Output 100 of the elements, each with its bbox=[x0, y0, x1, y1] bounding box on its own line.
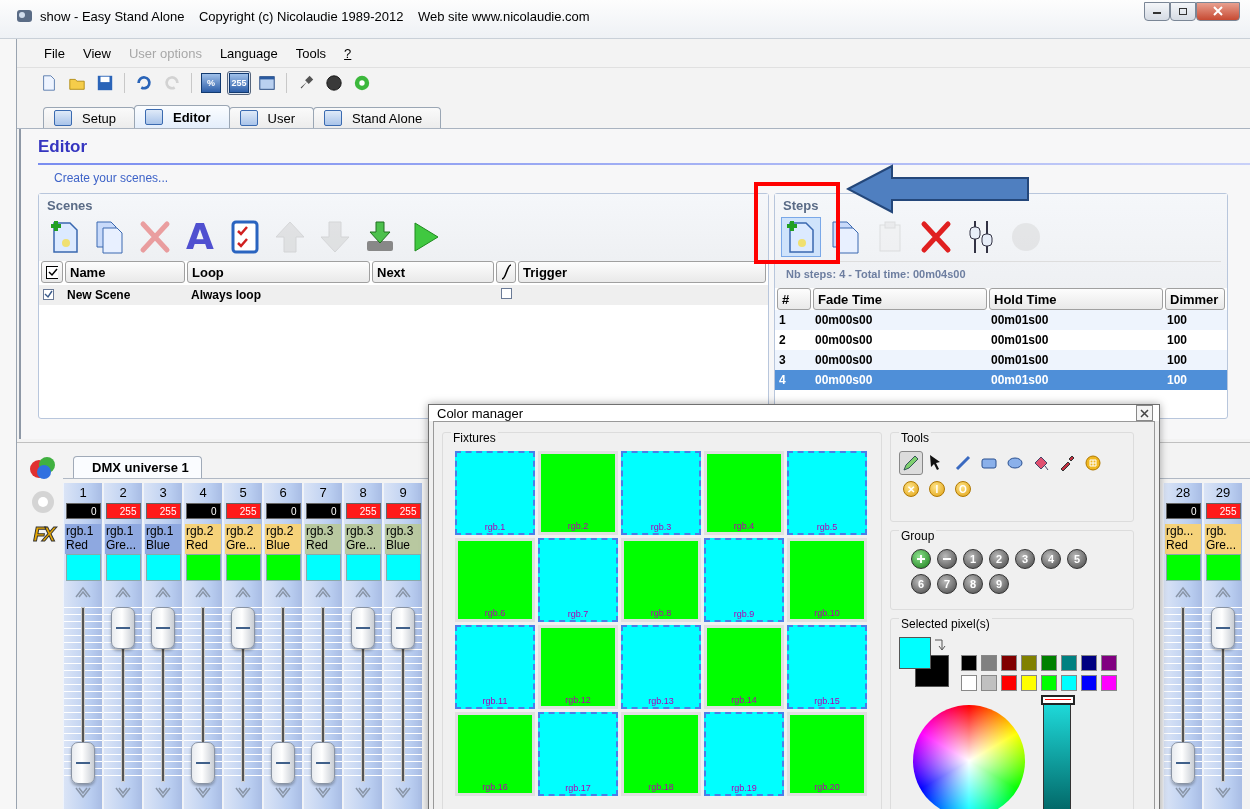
up-arrow-icon[interactable] bbox=[354, 585, 372, 599]
up-arrow-icon[interactable] bbox=[314, 585, 332, 599]
column-header[interactable]: Trigger bbox=[518, 261, 766, 283]
group-button[interactable]: 6 bbox=[911, 574, 931, 594]
step-row[interactable]: 3 00m00s00 00m01s00 100 bbox=[775, 350, 1227, 370]
palette-swatch[interactable] bbox=[1061, 655, 1077, 671]
down-arrow-icon[interactable] bbox=[1214, 786, 1232, 800]
minimize-button[interactable] bbox=[1144, 1, 1170, 21]
palette-swatch[interactable] bbox=[981, 655, 997, 671]
fader-thumb[interactable] bbox=[271, 742, 295, 784]
fader-thumb[interactable] bbox=[1211, 607, 1235, 649]
column-header[interactable]: # bbox=[777, 288, 811, 310]
menu-item[interactable]: View bbox=[75, 42, 118, 64]
down-arrow-icon[interactable] bbox=[74, 786, 92, 800]
group-button[interactable]: 7 bbox=[937, 574, 957, 594]
column-header[interactable]: Dimmer bbox=[1165, 288, 1225, 310]
down-arrow-icon[interactable] bbox=[1174, 786, 1192, 800]
down-arrow-icon[interactable] bbox=[234, 786, 252, 800]
step-row[interactable]: 2 00m00s00 00m01s00 100 bbox=[775, 330, 1227, 350]
close-button[interactable] bbox=[1196, 1, 1240, 21]
step-row[interactable]: 1 00m00s00 00m01s00 100 bbox=[775, 310, 1227, 330]
up-arrow-icon[interactable] bbox=[114, 585, 132, 599]
palette-swatch[interactable] bbox=[1081, 675, 1097, 691]
fixture-cell[interactable]: rgb.14 bbox=[704, 625, 784, 709]
fixture-cell[interactable]: rgb.12 bbox=[538, 625, 618, 709]
down-arrow-icon[interactable] bbox=[314, 786, 332, 800]
fixture-cell[interactable]: rgb.16 bbox=[455, 712, 535, 796]
fixture-cell[interactable]: rgb.13 bbox=[621, 625, 701, 709]
fixture-cell[interactable]: rgb.19 bbox=[704, 712, 784, 796]
palette-swatch[interactable] bbox=[1101, 655, 1117, 671]
group-button[interactable]: 2 bbox=[989, 549, 1009, 569]
tab[interactable]: Setup bbox=[43, 107, 135, 128]
fader-thumb[interactable] bbox=[1171, 742, 1195, 784]
fixture-cell[interactable]: rgb.1 bbox=[455, 451, 535, 535]
down-arrow-icon[interactable] bbox=[154, 786, 172, 800]
palette-swatch[interactable] bbox=[1041, 655, 1057, 671]
font-button[interactable]: A bbox=[180, 217, 220, 257]
swap-icon[interactable] bbox=[933, 637, 947, 653]
checkbox[interactable] bbox=[501, 288, 512, 299]
group-button[interactable]: 9 bbox=[989, 574, 1009, 594]
group-button[interactable]: 8 bbox=[963, 574, 983, 594]
fixture-cell[interactable]: rgb.5 bbox=[787, 451, 867, 535]
fader-thumb[interactable] bbox=[151, 607, 175, 649]
group-button[interactable]: 5 bbox=[1067, 549, 1087, 569]
column-header[interactable]: Hold Time bbox=[989, 288, 1163, 310]
fixture-cell[interactable]: rgb.20 bbox=[787, 712, 867, 796]
new-button[interactable] bbox=[781, 217, 821, 257]
fader-thumb[interactable] bbox=[111, 607, 135, 649]
up-arrow-icon[interactable] bbox=[394, 585, 412, 599]
fixture-cell[interactable]: rgb.17 bbox=[538, 712, 618, 796]
palette-swatch[interactable] bbox=[1041, 675, 1057, 691]
palette-swatch[interactable] bbox=[1101, 675, 1117, 691]
palette-swatch[interactable] bbox=[961, 655, 977, 671]
palette-swatch[interactable] bbox=[1081, 655, 1097, 671]
color-circles-icon[interactable] bbox=[29, 455, 57, 481]
fixture-cell[interactable]: rgb.3 bbox=[621, 451, 701, 535]
menu-item[interactable]: ? bbox=[337, 42, 359, 64]
close-button[interactable] bbox=[1136, 405, 1153, 421]
down-arrow-icon[interactable] bbox=[274, 786, 292, 800]
checkbox[interactable] bbox=[43, 289, 54, 300]
remove-group-button[interactable] bbox=[937, 549, 957, 569]
toolbar-button[interactable]: % bbox=[199, 71, 223, 95]
palette-swatch[interactable] bbox=[1021, 655, 1037, 671]
fader-thumb[interactable] bbox=[71, 742, 95, 784]
column-header[interactable] bbox=[496, 261, 516, 283]
fixture-cell[interactable]: rgb.10 bbox=[787, 538, 867, 622]
fader-thumb[interactable] bbox=[231, 607, 255, 649]
tab[interactable]: User bbox=[228, 107, 314, 128]
fixture-cell[interactable]: rgb.18 bbox=[621, 712, 701, 796]
up-arrow-icon[interactable] bbox=[1174, 585, 1192, 599]
column-header[interactable] bbox=[41, 261, 63, 283]
step-row[interactable]: 4 00m00s00 00m01s00 100 bbox=[775, 370, 1227, 390]
menu-item[interactable]: File bbox=[37, 42, 72, 64]
fixture-cell[interactable]: rgb.4 bbox=[704, 451, 784, 535]
tab[interactable]: DMX universe 1 bbox=[73, 456, 202, 478]
palette-swatch[interactable] bbox=[981, 675, 997, 691]
up-arrow-icon[interactable] bbox=[1214, 585, 1232, 599]
group-button[interactable]: 3 bbox=[1015, 549, 1035, 569]
fader-thumb[interactable] bbox=[191, 742, 215, 784]
palette-swatch[interactable] bbox=[1061, 675, 1077, 691]
fixture-cell[interactable]: rgb.9 bbox=[704, 538, 784, 622]
group-button[interactable]: 1 bbox=[963, 549, 983, 569]
maximize-button[interactable] bbox=[1170, 1, 1196, 21]
fx-button[interactable]: FX bbox=[33, 523, 53, 546]
fixture-cell[interactable]: rgb.2 bbox=[538, 451, 618, 535]
column-header[interactable]: Name bbox=[65, 261, 185, 283]
palette-swatch[interactable] bbox=[1001, 655, 1017, 671]
column-header[interactable]: Next bbox=[372, 261, 494, 283]
add-group-button[interactable] bbox=[911, 549, 931, 569]
tab[interactable]: Stand Alone bbox=[313, 107, 442, 128]
palette-swatch[interactable] bbox=[961, 675, 977, 691]
up-arrow-icon[interactable] bbox=[274, 585, 292, 599]
group-button[interactable]: 4 bbox=[1041, 549, 1061, 569]
up-arrow-icon[interactable] bbox=[74, 585, 92, 599]
fixture-cell[interactable]: rgb.15 bbox=[787, 625, 867, 709]
down-arrow-icon[interactable] bbox=[394, 786, 412, 800]
menu-item[interactable]: Language bbox=[212, 42, 285, 64]
palette-swatch[interactable] bbox=[1001, 675, 1017, 691]
fixture-cell[interactable]: rgb.6 bbox=[455, 538, 535, 622]
up-arrow-icon[interactable] bbox=[154, 585, 172, 599]
